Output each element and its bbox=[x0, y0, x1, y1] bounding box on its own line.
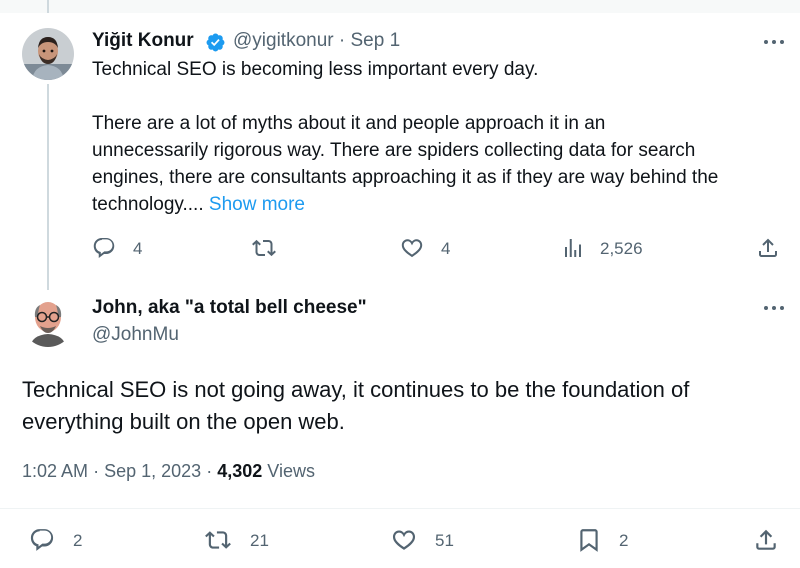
verified-badge-icon bbox=[206, 33, 225, 52]
thread-line-top bbox=[47, 0, 49, 13]
tweet-text: Technical SEO is becoming less important… bbox=[92, 56, 718, 218]
author-handle[interactable]: @JohnMu bbox=[92, 324, 179, 346]
retweet-button[interactable] bbox=[252, 236, 276, 260]
reply-button[interactable] bbox=[92, 236, 116, 260]
author-name[interactable]: Yiğit Konur bbox=[92, 30, 194, 52]
tweet-metadata: 1:02 AM · Sep 1, 2023 · 4,302 Views bbox=[22, 461, 315, 482]
tweet-text-line: engines, there are consultants approachi… bbox=[92, 167, 719, 188]
like-count: 51 bbox=[435, 531, 454, 550]
tweet-date[interactable]: Sep 1 bbox=[351, 30, 401, 51]
more-icon[interactable] bbox=[762, 302, 786, 314]
reply-icon bbox=[30, 529, 54, 551]
heart-icon bbox=[401, 239, 423, 258]
reply-count: 2 bbox=[73, 531, 83, 550]
reply-button[interactable] bbox=[29, 527, 55, 553]
tweet-text-line: everything built on the open web. bbox=[22, 409, 345, 434]
tweet-text-line: Technical SEO is not going away, it cont… bbox=[22, 377, 690, 402]
tweet-text-line: There are a lot of myths about it and pe… bbox=[92, 113, 606, 134]
author-handle[interactable]: @yigitkonur bbox=[233, 30, 334, 51]
avatar-yigit[interactable] bbox=[22, 28, 74, 80]
meta-separator: · bbox=[93, 461, 100, 481]
tweet-text-line: Technical SEO is becoming less important… bbox=[92, 59, 539, 80]
meta-separator: · bbox=[206, 461, 213, 481]
avatar-john[interactable] bbox=[22, 295, 74, 347]
divider bbox=[0, 508, 800, 509]
views-count: 4,302 bbox=[217, 461, 263, 481]
truncated-text: technology.... bbox=[92, 194, 209, 215]
like-button[interactable] bbox=[391, 527, 417, 553]
share-icon bbox=[756, 529, 776, 550]
views-button[interactable] bbox=[561, 236, 585, 260]
retweet-icon bbox=[205, 531, 231, 549]
share-icon bbox=[759, 238, 777, 257]
thread-line bbox=[47, 84, 49, 290]
like-button[interactable] bbox=[400, 236, 424, 260]
retweet-count: 21 bbox=[250, 531, 269, 550]
retweet-button[interactable] bbox=[205, 527, 231, 553]
share-button[interactable] bbox=[756, 236, 780, 260]
bookmark-icon bbox=[580, 529, 598, 552]
views-label: Views bbox=[267, 461, 315, 481]
reply-count: 4 bbox=[133, 239, 143, 258]
share-button[interactable] bbox=[753, 527, 779, 553]
more-icon[interactable] bbox=[762, 36, 786, 48]
like-count: 4 bbox=[441, 239, 451, 258]
tweet-text: Technical SEO is not going away, it cont… bbox=[22, 374, 689, 438]
reply-icon bbox=[93, 238, 115, 258]
tweet-meta: @yigitkonur · Sep 1 bbox=[233, 30, 400, 52]
tweet-time[interactable]: 1:02 AM bbox=[22, 461, 88, 481]
heart-icon bbox=[392, 530, 416, 550]
bookmark-button[interactable] bbox=[576, 527, 602, 553]
tweet-text-line bbox=[92, 83, 718, 110]
previous-tweet-edge bbox=[0, 0, 800, 13]
show-more-link[interactable]: Show more bbox=[209, 194, 305, 215]
author-name[interactable]: John, aka "a total bell cheese" bbox=[92, 297, 367, 319]
bookmark-count: 2 bbox=[619, 531, 629, 550]
views-count: 2,526 bbox=[600, 239, 643, 258]
tweet-date[interactable]: Sep 1, 2023 bbox=[104, 461, 201, 481]
views-chart-icon bbox=[565, 239, 581, 257]
retweet-icon bbox=[252, 239, 276, 257]
tweet-text-line: unnecessarily rigorous way. There are sp… bbox=[92, 140, 696, 161]
tweet-text-line-last: technology.... Show more bbox=[92, 191, 718, 218]
meta-separator: · bbox=[338, 30, 346, 51]
